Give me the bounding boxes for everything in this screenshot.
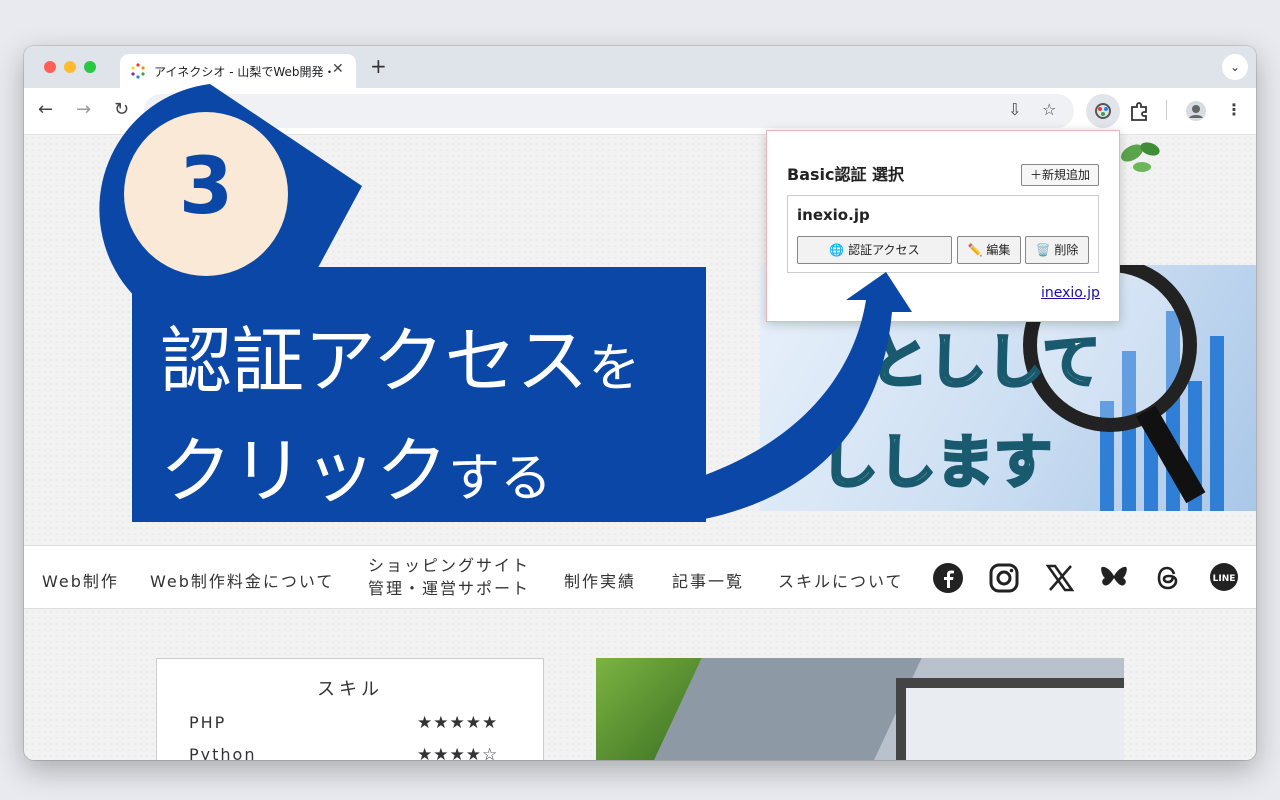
callout-line1: 認証アクセスを <box>160 302 640 407</box>
callout-line2: クリックする <box>160 412 552 517</box>
callout-line2-small: する <box>448 449 553 509</box>
step-number: 3 <box>178 142 234 232</box>
callout-line1-small: を <box>588 339 641 399</box>
callout-line2-main: クリック <box>160 429 449 513</box>
callout-line1-main: 認証アクセス <box>160 319 589 403</box>
